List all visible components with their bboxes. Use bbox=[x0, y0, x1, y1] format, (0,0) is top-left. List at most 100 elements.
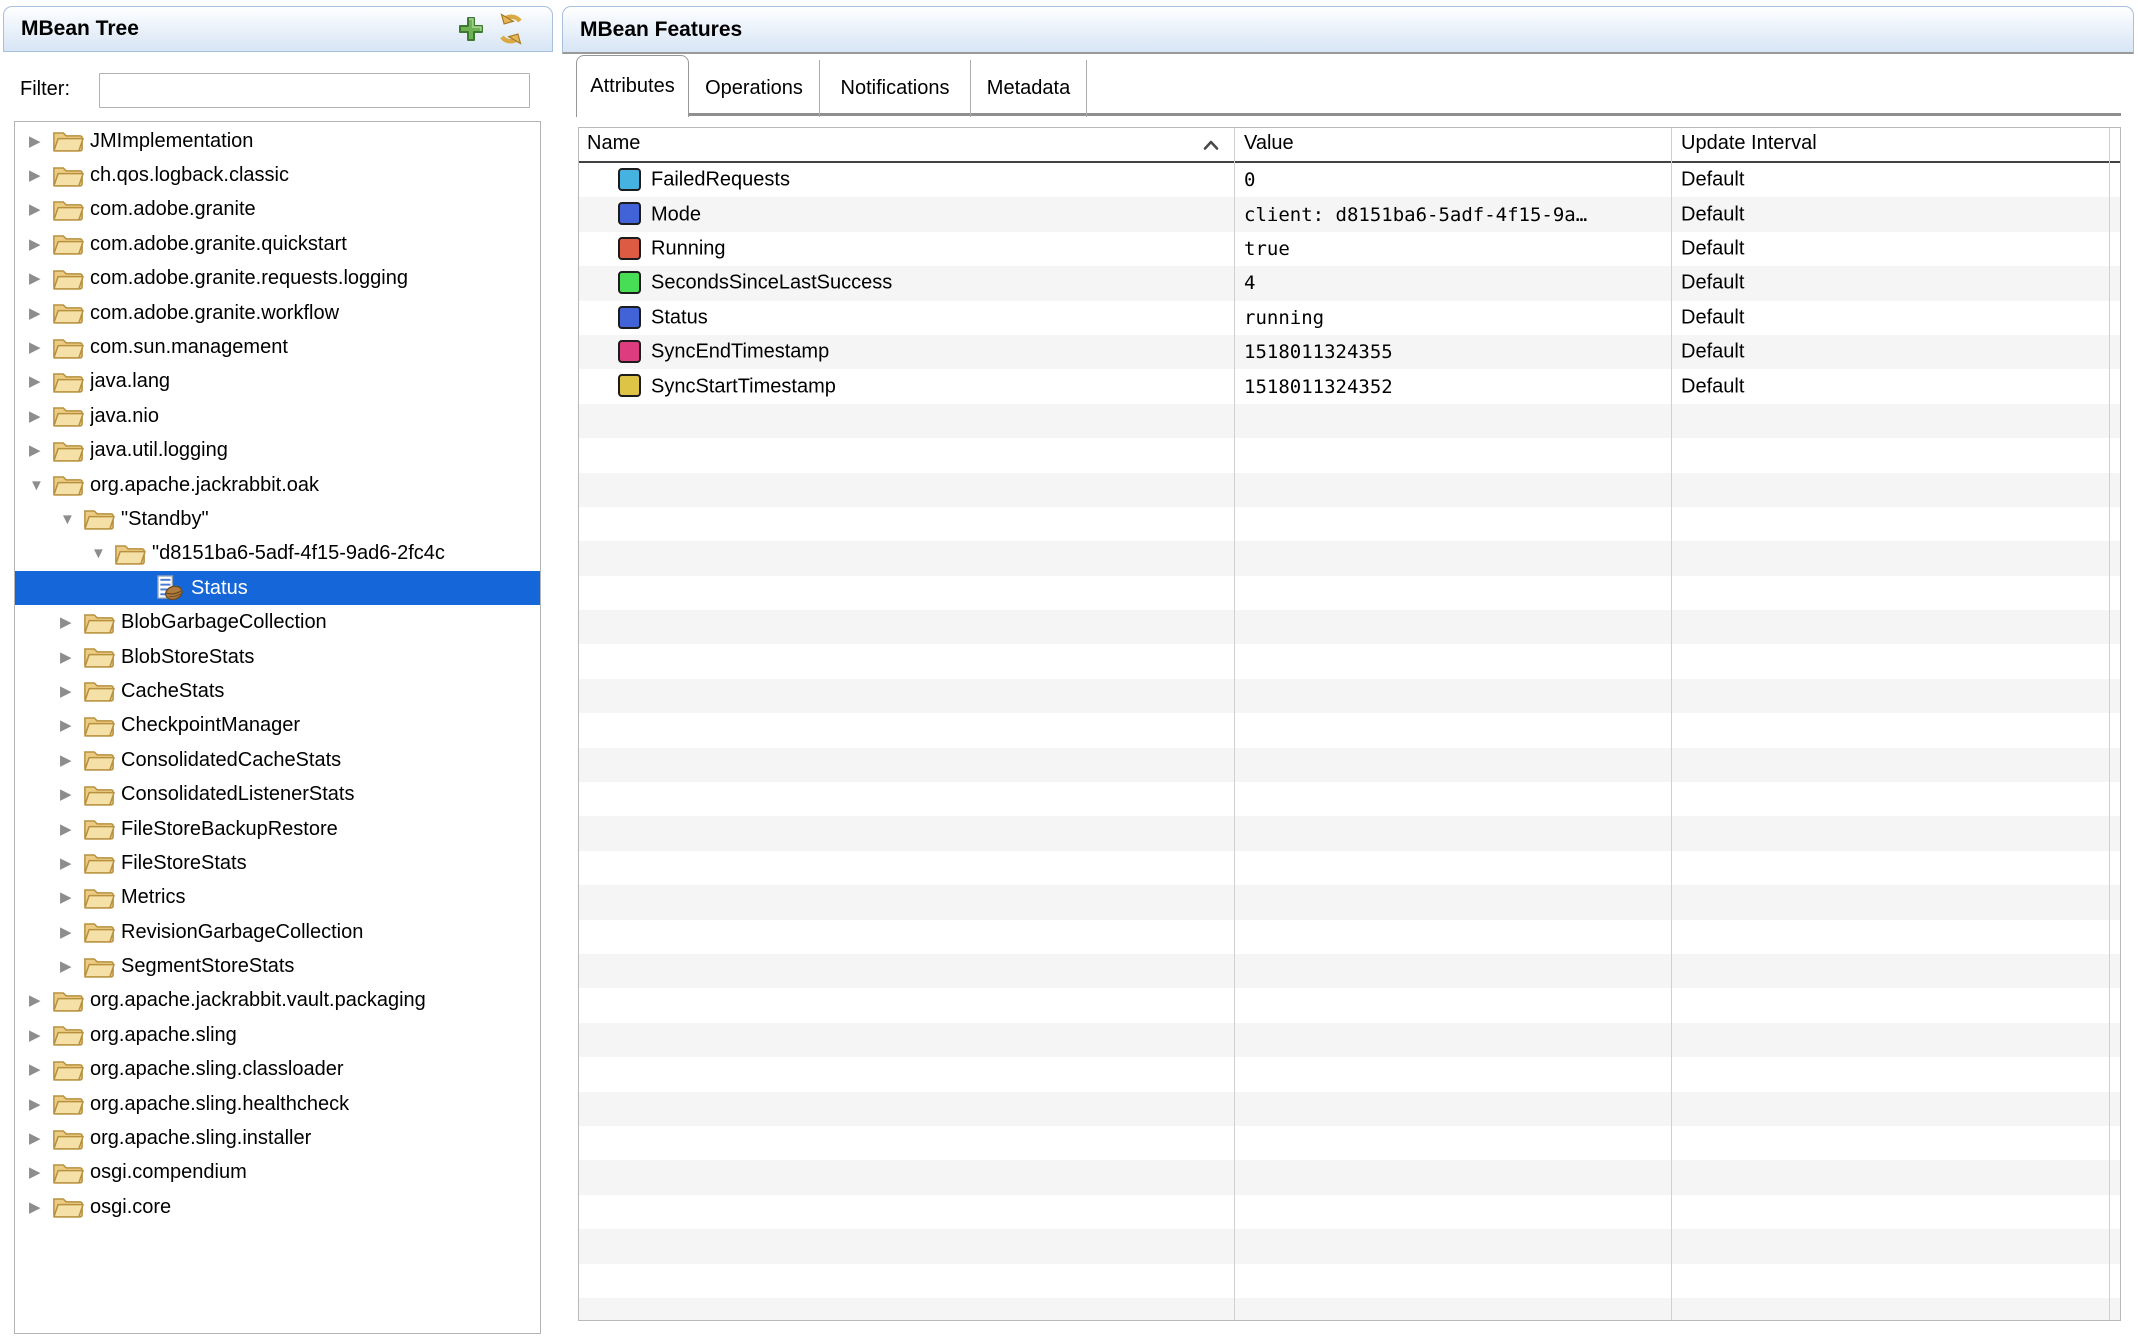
attribute-row-syncendtimestamp[interactable]: SyncEndTimestamp1518011324355Default bbox=[579, 335, 2120, 369]
attribute-value[interactable]: 1518011324355 bbox=[1244, 341, 1393, 363]
attribute-value[interactable]: 1518011324352 bbox=[1244, 376, 1393, 398]
chevron-right-icon[interactable]: ▶ bbox=[29, 1028, 52, 1043]
tree-item-com-adobe-granite-requests-logging[interactable]: ▶com.adobe.granite.requests.logging bbox=[15, 262, 540, 296]
chevron-down-icon[interactable]: ▼ bbox=[29, 478, 52, 493]
attribute-update-interval[interactable]: Default bbox=[1681, 203, 1744, 226]
folder-icon bbox=[52, 300, 84, 327]
chevron-right-icon[interactable]: ▶ bbox=[60, 684, 83, 699]
chevron-right-icon[interactable]: ▶ bbox=[29, 1097, 52, 1112]
tree-item-org-apache-sling-installer[interactable]: ▶org.apache.sling.installer bbox=[15, 1121, 540, 1155]
chevron-down-icon[interactable]: ▼ bbox=[91, 546, 114, 561]
chevron-right-icon[interactable]: ▶ bbox=[29, 1131, 52, 1146]
tree-item-consolidatedcachestats[interactable]: ▶ ConsolidatedCacheStats bbox=[15, 743, 540, 777]
tree-item-revisiongarbagecollection[interactable]: ▶RevisionGarbageCollection bbox=[15, 915, 540, 949]
tree-item-cachestats[interactable]: ▶CacheStats bbox=[15, 674, 540, 708]
filter-input[interactable] bbox=[99, 73, 530, 108]
tree-item-status[interactable]: Status bbox=[15, 571, 540, 605]
tree-item-filestorestats[interactable]: ▶FileStoreStats bbox=[15, 846, 540, 880]
chevron-right-icon[interactable]: ▶ bbox=[29, 993, 52, 1008]
chevron-right-icon[interactable]: ▶ bbox=[29, 443, 52, 458]
chevron-right-icon[interactable]: ▶ bbox=[60, 753, 83, 768]
chevron-right-icon[interactable]: ▶ bbox=[29, 340, 52, 355]
tree-item-checkpointmanager[interactable]: ▶ CheckpointManager bbox=[15, 709, 540, 743]
attribute-row-status[interactable]: StatusrunningDefault bbox=[579, 301, 2120, 335]
tab-metadata[interactable]: Metadata bbox=[971, 60, 1087, 117]
empty-row bbox=[579, 404, 2120, 438]
column-header-update-interval[interactable]: Update Interval bbox=[1681, 132, 1817, 155]
chevron-right-icon[interactable]: ▶ bbox=[60, 650, 83, 665]
tree-item-label: ConsolidatedCacheStats bbox=[121, 749, 341, 772]
chevron-right-icon[interactable]: ▶ bbox=[29, 409, 52, 424]
attribute-row-secondssincelastsuccess[interactable]: SecondsSinceLastSuccess4Default bbox=[579, 266, 2120, 300]
tree-item-ch-qos-logback-classic[interactable]: ▶ch.qos.logback.classic bbox=[15, 158, 540, 192]
attribute-update-interval[interactable]: Default bbox=[1681, 341, 1744, 364]
tree-item-org-apache-sling[interactable]: ▶org.apache.sling bbox=[15, 1018, 540, 1052]
attribute-update-interval[interactable]: Default bbox=[1681, 375, 1744, 398]
chevron-right-icon[interactable]: ▶ bbox=[29, 134, 52, 149]
tree-item-osgi-compendium[interactable]: ▶osgi.compendium bbox=[15, 1156, 540, 1190]
tree-item-filestorebackuprestore[interactable]: ▶FileStoreBackupRestore bbox=[15, 812, 540, 846]
tree-item-com-sun-management[interactable]: ▶com.sun.management bbox=[15, 330, 540, 364]
attribute-update-interval[interactable]: Default bbox=[1681, 272, 1744, 295]
tree-item-org-apache-jackrabbit-vault-packaging[interactable]: ▶org.apache.jackrabbit.vault.packaging bbox=[15, 984, 540, 1018]
tree-item-label: CheckpointManager bbox=[121, 714, 300, 737]
tree-item-jmimplementation[interactable]: ▶JMImplementation bbox=[15, 124, 540, 158]
attribute-value[interactable]: true bbox=[1244, 238, 1290, 260]
chevron-right-icon[interactable]: ▶ bbox=[60, 890, 83, 905]
column-header-name[interactable]: Name bbox=[587, 132, 640, 155]
chevron-right-icon[interactable]: ▶ bbox=[29, 168, 52, 183]
chevron-right-icon[interactable]: ▶ bbox=[29, 237, 52, 252]
chevron-right-icon[interactable]: ▶ bbox=[29, 1165, 52, 1180]
chevron-down-icon[interactable]: ▼ bbox=[60, 512, 83, 527]
add-button[interactable] bbox=[454, 13, 488, 47]
chevron-right-icon[interactable]: ▶ bbox=[29, 374, 52, 389]
tree-item-d8151ba6-5adf-4f15-9ad6-2fc4c[interactable]: ▼"d8151ba6-5adf-4f15-9ad6-2fc4c bbox=[15, 537, 540, 571]
attribute-value[interactable]: running bbox=[1244, 307, 1324, 329]
attribute-value[interactable]: client: d8151ba6-5adf-4f15-9a… bbox=[1244, 204, 1587, 226]
tree-item-com-adobe-granite-workflow[interactable]: ▶com.adobe.granite.workflow bbox=[15, 296, 540, 330]
tree-item-consolidatedlistenerstats[interactable]: ▶ConsolidatedListenerStats bbox=[15, 777, 540, 811]
attribute-value[interactable]: 0 bbox=[1244, 169, 1255, 191]
tree-item-org-apache-jackrabbit-oak[interactable]: ▼org.apache.jackrabbit.oak bbox=[15, 468, 540, 502]
attribute-update-interval[interactable]: Default bbox=[1681, 169, 1744, 192]
chevron-right-icon[interactable]: ▶ bbox=[60, 925, 83, 940]
tree-item-blobstorestats[interactable]: ▶BlobStoreStats bbox=[15, 640, 540, 674]
tree-item-com-adobe-granite[interactable]: ▶com.adobe.granite bbox=[15, 193, 540, 227]
chevron-right-icon[interactable]: ▶ bbox=[29, 1200, 52, 1215]
tab-attributes[interactable]: Attributes bbox=[576, 55, 689, 117]
chevron-right-icon[interactable]: ▶ bbox=[29, 271, 52, 286]
chevron-right-icon[interactable]: ▶ bbox=[60, 787, 83, 802]
tree-item-java-util-logging[interactable]: ▶java.util.logging bbox=[15, 434, 540, 468]
attribute-row-mode[interactable]: Modeclient: d8151ba6-5adf-4f15-9a…Defaul… bbox=[579, 197, 2120, 231]
chevron-right-icon[interactable]: ▶ bbox=[60, 822, 83, 837]
tree-item-com-adobe-granite-quickstart[interactable]: ▶com.adobe.granite.quickstart bbox=[15, 227, 540, 261]
column-header-value[interactable]: Value bbox=[1244, 132, 1294, 155]
tab-notifications[interactable]: Notifications bbox=[820, 60, 971, 117]
chevron-right-icon[interactable]: ▶ bbox=[60, 718, 83, 733]
chevron-right-icon[interactable]: ▶ bbox=[29, 306, 52, 321]
attribute-value[interactable]: 4 bbox=[1244, 272, 1255, 294]
chevron-right-icon[interactable]: ▶ bbox=[60, 615, 83, 630]
attribute-update-interval[interactable]: Default bbox=[1681, 306, 1744, 329]
chevron-right-icon[interactable]: ▶ bbox=[60, 856, 83, 871]
chevron-right-icon[interactable]: ▶ bbox=[29, 202, 52, 217]
attribute-row-failedrequests[interactable]: FailedRequests0Default bbox=[579, 163, 2120, 197]
chevron-right-icon[interactable]: ▶ bbox=[29, 1062, 52, 1077]
tree-item-standby[interactable]: ▼"Standby" bbox=[15, 502, 540, 536]
folder-icon bbox=[83, 781, 115, 808]
attribute-row-running[interactable]: RunningtrueDefault bbox=[579, 232, 2120, 266]
attribute-update-interval[interactable]: Default bbox=[1681, 237, 1744, 260]
attribute-row-syncstarttimestamp[interactable]: SyncStartTimestamp1518011324352Default bbox=[579, 369, 2120, 403]
tree-item-osgi-core[interactable]: ▶ osgi.core bbox=[15, 1190, 540, 1224]
tree-item-blobgarbagecollection[interactable]: ▶BlobGarbageCollection bbox=[15, 605, 540, 639]
tree-item-org-apache-sling-healthcheck[interactable]: ▶org.apache.sling.healthcheck bbox=[15, 1087, 540, 1121]
tree-item-metrics[interactable]: ▶Metrics bbox=[15, 881, 540, 915]
tree-item-label: osgi.core bbox=[90, 1196, 171, 1219]
tree-item-segmentstorestats[interactable]: ▶SegmentStoreStats bbox=[15, 949, 540, 983]
tree-item-java-lang[interactable]: ▶java.lang bbox=[15, 365, 540, 399]
refresh-button[interactable] bbox=[494, 13, 528, 47]
tree-item-java-nio[interactable]: ▶java.nio bbox=[15, 399, 540, 433]
tree-item-org-apache-sling-classloader[interactable]: ▶org.apache.sling.classloader bbox=[15, 1053, 540, 1087]
chevron-right-icon[interactable]: ▶ bbox=[60, 959, 83, 974]
tab-operations[interactable]: Operations bbox=[689, 60, 820, 117]
